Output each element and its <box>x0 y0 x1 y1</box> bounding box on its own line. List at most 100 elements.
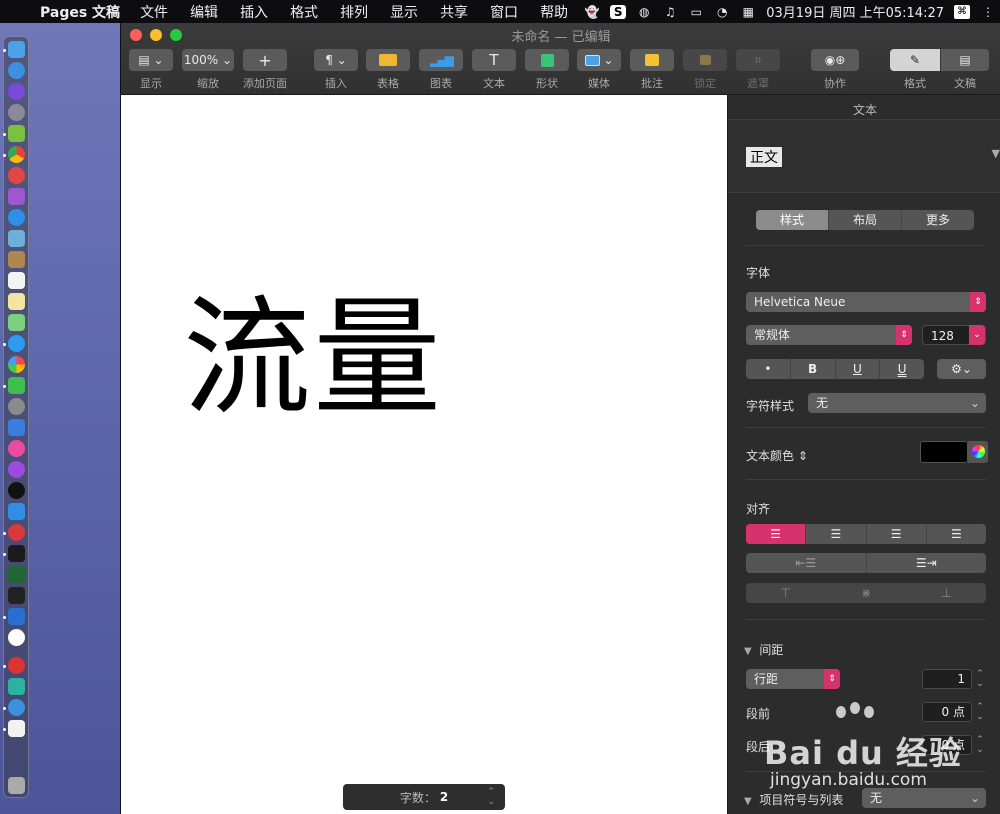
align-left-icon[interactable]: ☰ <box>746 524 807 544</box>
stepper-icon[interactable]: ⌃ ⌄ <box>974 735 986 755</box>
after-para-field[interactable]: 0 点 <box>922 735 972 755</box>
body-text[interactable]: 流量 <box>183 295 443 423</box>
document-canvas[interactable]: 流量 字数： 2 ⌃ ⌄ <box>121 95 727 814</box>
dropdown-triangle-icon[interactable]: ▼ <box>992 147 1000 160</box>
photos-icon[interactable] <box>8 356 25 373</box>
notes-brown-icon[interactable] <box>8 251 25 268</box>
document-button[interactable]: ▤ 文稿 <box>941 49 989 95</box>
menu-insert[interactable]: 插入 <box>240 2 268 22</box>
textedit-icon[interactable] <box>8 720 25 737</box>
maps-icon[interactable] <box>8 314 25 331</box>
comment-button[interactable]: 批注 <box>630 49 674 95</box>
launchpad-icon[interactable] <box>8 104 25 121</box>
tab-more[interactable]: 更多 <box>902 210 974 230</box>
app-purple-icon[interactable] <box>8 188 25 205</box>
notes-icon[interactable] <box>8 293 25 310</box>
align-right-icon[interactable]: ☰ <box>867 524 927 544</box>
before-para-field[interactable]: 0 点 <box>922 702 972 722</box>
color-wheel-button[interactable] <box>968 441 988 463</box>
char-style-popup[interactable]: 无 ⌄ <box>808 393 986 413</box>
baidu-netdisk-icon[interactable] <box>8 699 25 716</box>
align-center-icon[interactable]: ☰ <box>806 524 867 544</box>
stepper-icon[interactable]: ⌃ ⌄ <box>974 669 986 689</box>
vivaldi-icon[interactable] <box>8 524 25 541</box>
align-bottom-icon[interactable]: ⊥ <box>907 583 986 603</box>
justify-icon[interactable]: ☰ <box>927 524 986 544</box>
menu-format[interactable]: 格式 <box>290 2 318 22</box>
android-icon[interactable] <box>8 125 25 142</box>
italic-underline-icon[interactable]: U <box>836 359 881 379</box>
font-typeface-popup[interactable]: 常规体 ⇕ <box>746 325 912 345</box>
safari-icon[interactable] <box>8 209 25 226</box>
app-store-icon[interactable] <box>8 503 25 520</box>
yandex-icon[interactable] <box>8 629 25 646</box>
add-page-button[interactable]: + 添加页面 <box>242 49 288 95</box>
clock-datetime[interactable]: 03月19日 周四 上午05:14:27 <box>766 2 944 21</box>
menu-view[interactable]: 显示 <box>390 2 418 22</box>
advanced-options-button[interactable]: ⚙⌄ <box>937 359 986 379</box>
paragraph-style-area[interactable]: 正文 ▼ <box>728 120 1000 192</box>
messages-icon[interactable] <box>8 335 25 352</box>
timemachine-icon[interactable]: ◔ <box>714 5 730 19</box>
tab-layout[interactable]: 布局 <box>829 210 902 230</box>
app-teal-icon[interactable] <box>8 678 25 695</box>
console-icon[interactable] <box>8 587 25 604</box>
bullets-section-toggle[interactable]: ▼ 项目符号与列表 <box>744 791 843 808</box>
menu-edit[interactable]: 编辑 <box>190 2 218 22</box>
text-color-well[interactable] <box>920 441 968 463</box>
terminal-icon[interactable] <box>8 545 25 562</box>
zoom-popup[interactable]: 100% ⌄ 缩放 <box>182 49 234 95</box>
font-size-field[interactable]: 128 ⌄ <box>922 325 986 345</box>
menu-arrange[interactable]: 排列 <box>340 2 368 22</box>
format-button[interactable]: ✎ 格式 <box>890 49 940 95</box>
wechat-icon[interactable] <box>8 377 25 394</box>
chrome-icon[interactable] <box>8 146 25 163</box>
view-button[interactable]: ▤ ⌄ 显示 <box>129 49 173 95</box>
app-red-icon[interactable] <box>8 167 25 184</box>
menu-help[interactable]: 帮助 <box>540 2 568 22</box>
keyboard-icon[interactable]: ⌘ <box>954 4 970 19</box>
line-spacing-field[interactable]: 1 <box>922 669 972 689</box>
trash-icon[interactable] <box>8 777 25 794</box>
line-spacing-popup[interactable]: 行距 ⇕ <box>746 669 840 689</box>
bullets-popup[interactable]: 无 ⌄ <box>862 788 986 808</box>
align-middle-icon[interactable]: ⋇ <box>826 583 907 603</box>
itunes-icon[interactable] <box>8 440 25 457</box>
globe-icon[interactable]: ◍ <box>636 5 652 19</box>
text-button[interactable]: T 文本 <box>472 49 516 95</box>
underline-icon[interactable]: U <box>880 359 924 379</box>
menu-share[interactable]: 共享 <box>440 2 468 22</box>
tab-style[interactable]: 样式 <box>756 210 829 230</box>
activity-monitor-icon[interactable] <box>8 566 25 583</box>
ghost-icon[interactable]: 👻 <box>584 5 600 19</box>
align-top-icon[interactable]: ⊤ <box>746 583 827 603</box>
netease-music-icon[interactable] <box>8 657 25 674</box>
decrease-indent-icon[interactable]: ⇤☰ <box>746 553 867 573</box>
menu-window[interactable]: 窗口 <box>490 2 518 22</box>
calendar-icon[interactable]: ▦ <box>740 5 756 19</box>
mask-button[interactable]: ⌗ 遮罩 <box>736 49 780 95</box>
shape-button[interactable]: 形状 <box>525 49 569 95</box>
apple-tv-icon[interactable] <box>8 482 25 499</box>
calendar-dock-icon[interactable] <box>8 272 25 289</box>
bold-icon[interactable]: B <box>791 359 836 379</box>
word-count-popup[interactable]: 字数： 2 ⌃ ⌄ <box>343 784 505 810</box>
media-button[interactable]: ⌄ 媒体 <box>577 49 621 95</box>
text-options-icon[interactable]: • <box>746 359 791 379</box>
lock-button[interactable]: 锁定 <box>683 49 727 95</box>
podcasts-icon[interactable] <box>8 461 25 478</box>
collaborate-button[interactable]: ◉⊕ 协作 <box>811 49 859 95</box>
table-button[interactable]: 表格 <box>366 49 410 95</box>
finder-icon[interactable] <box>8 41 25 58</box>
keynote-icon[interactable] <box>8 419 25 436</box>
menu-file[interactable]: 文件 <box>140 2 168 22</box>
safari-compass-icon[interactable] <box>8 62 25 79</box>
music-icon[interactable]: ♫ <box>662 5 678 19</box>
font-family-popup[interactable]: Helvetica Neue ⇕ <box>746 292 986 312</box>
airplay-icon[interactable]: ▭ <box>688 5 704 19</box>
system-preferences-icon[interactable] <box>8 398 25 415</box>
s-app-icon[interactable]: S <box>610 4 627 19</box>
spacing-section-toggle[interactable]: ▼ 间距 <box>744 641 783 658</box>
notification-icon[interactable]: ⋮ <box>980 5 996 19</box>
chart-button[interactable]: ▂▄▆ 图表 <box>419 49 463 95</box>
